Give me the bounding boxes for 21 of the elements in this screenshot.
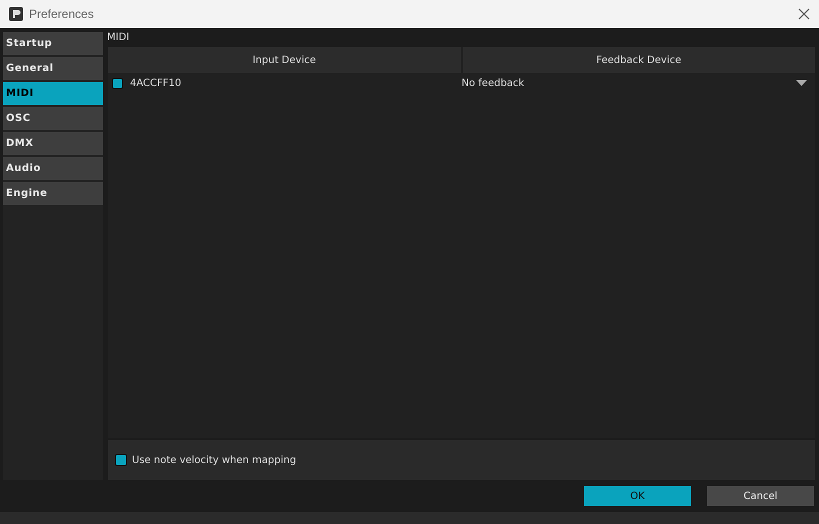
checkbox[interactable] [115,454,127,466]
device-name: 4ACCFF10 [130,78,182,88]
app-logo-icon [9,7,23,21]
sidebar-item[interactable]: Startup [3,32,103,55]
ok-button[interactable]: OK [584,486,691,506]
sidebar-item[interactable]: MIDI [3,82,103,105]
window-title: Preferences [29,7,95,21]
dropdown-caret-icon [796,80,807,86]
sidebar-item[interactable]: Engine [3,182,103,205]
cancel-button[interactable]: Cancel [707,486,814,506]
feedback-dropdown[interactable]: No feedback [458,78,815,88]
sidebar-item[interactable]: DMX [3,132,103,155]
checkbox-label: Use note velocity when mapping [132,454,296,466]
checkbox[interactable] [112,78,123,88]
sidebar-item[interactable]: Audio [3,157,103,180]
close-icon[interactable] [798,8,810,20]
section-title: MIDI [107,32,130,45]
column-header: Input Device [108,47,460,73]
sidebar-item[interactable]: OSC [3,107,103,130]
sidebar-item[interactable]: General [3,57,103,80]
column-header: Feedback Device [462,47,815,73]
